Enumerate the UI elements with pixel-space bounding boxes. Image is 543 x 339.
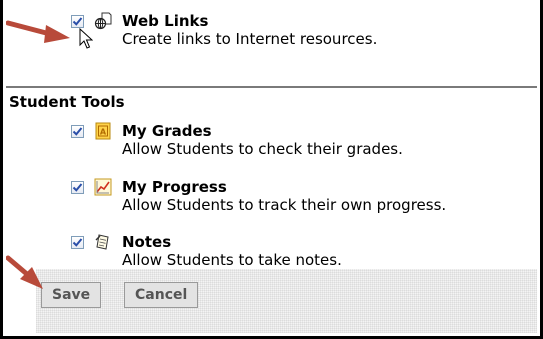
tool-row-my-grades: A My Grades Allow Students to check thei… [71, 122, 403, 159]
web-links-checkbox[interactable] [71, 15, 84, 28]
tool-row-web-links: Web Links Create links to Internet resou… [71, 12, 377, 49]
my-progress-text: My Progress Allow Students to track thei… [122, 178, 446, 215]
tools-panel: Web Links Create links to Internet resou… [0, 0, 543, 339]
checkmark-icon [72, 127, 83, 136]
checkmark-icon [72, 17, 83, 26]
tool-row-my-progress: My Progress Allow Students to track thei… [71, 178, 446, 215]
checkmark-icon [72, 238, 83, 247]
notes-checkbox[interactable] [71, 236, 84, 249]
notes-description: Allow Students to take notes. [122, 251, 342, 269]
my-progress-description: Allow Students to track their own progre… [122, 196, 447, 214]
notes-name: Notes [122, 233, 172, 251]
tool-row-notes: Notes Allow Students to take notes. [71, 233, 342, 270]
my-progress-name: My Progress [122, 178, 227, 196]
form-footer: Save Cancel [36, 269, 537, 333]
notes-text: Notes Allow Students to take notes. [122, 233, 342, 270]
tools-content: Web Links Create links to Internet resou… [6, 0, 537, 333]
progress-chart-icon [94, 178, 112, 196]
my-grades-description: Allow Students to check their grades. [122, 140, 403, 158]
student-tools-heading: Student Tools [9, 93, 125, 111]
svg-text:A: A [100, 128, 107, 137]
annotation-arrow-icon [6, 20, 70, 43]
my-progress-checkbox[interactable] [71, 181, 84, 194]
save-button[interactable]: Save [41, 282, 102, 308]
my-grades-text: My Grades Allow Students to check their … [122, 122, 403, 159]
notes-icon [94, 233, 112, 251]
grades-icon: A [94, 122, 112, 140]
section-divider [6, 86, 537, 88]
cancel-button[interactable]: Cancel [124, 282, 199, 308]
globe-link-icon [94, 12, 112, 30]
web-links-name: Web Links [122, 12, 209, 30]
web-links-description: Create links to Internet resources. [122, 30, 378, 48]
checkmark-icon [72, 183, 83, 192]
my-grades-checkbox[interactable] [71, 125, 84, 138]
my-grades-name: My Grades [122, 122, 212, 140]
web-links-text: Web Links Create links to Internet resou… [122, 12, 377, 49]
